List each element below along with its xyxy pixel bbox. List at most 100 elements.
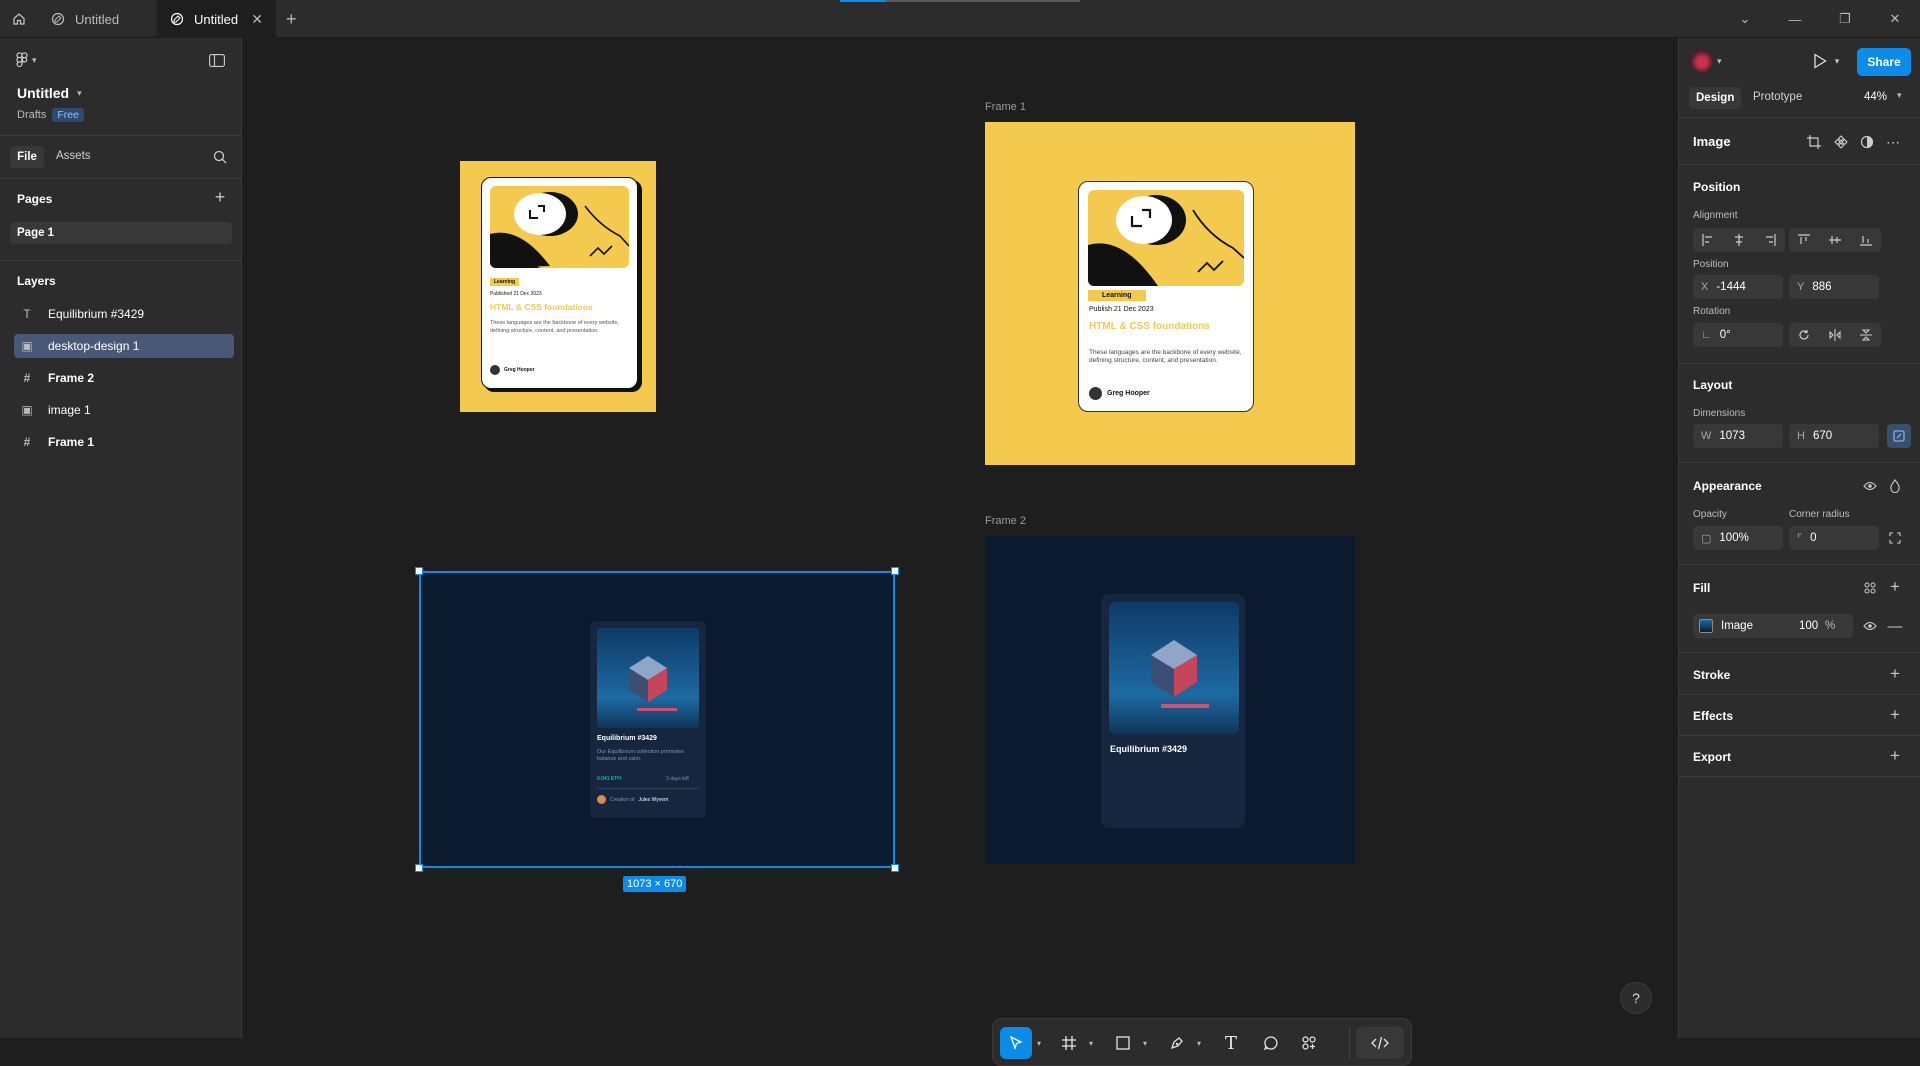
styles-button[interactable] — [1862, 580, 1878, 596]
remove-fill-icon[interactable]: — — [1887, 618, 1903, 635]
tab-file[interactable]: File — [10, 146, 44, 168]
left-panel: ▾ Untitled ▾ Drafts Free File Assets Pag… — [0, 38, 242, 1038]
more-icon[interactable]: ⋯ — [1884, 134, 1902, 150]
shape-tool-button[interactable] — [1109, 1027, 1137, 1059]
minimize-button[interactable]: — — [1780, 8, 1810, 30]
search-layers-button[interactable] — [212, 149, 228, 165]
file-location[interactable]: Drafts — [17, 109, 46, 121]
main-menu-button[interactable]: ▾ — [16, 52, 37, 68]
opacity-field[interactable]: ▢ 100% — [1693, 526, 1783, 550]
close-tab-icon[interactable]: ✕ — [251, 11, 263, 28]
new-tab-button[interactable]: + — [286, 10, 297, 28]
frame-icon: # — [23, 371, 31, 385]
layer-item-frame-2[interactable]: # Frame 2 — [14, 366, 234, 390]
fill-visibility-button[interactable] — [1862, 618, 1878, 634]
frame-tool-button[interactable] — [1055, 1027, 1083, 1059]
frame-1[interactable]: Learning Publish 21 Dec 2023 HTML & CSS … — [985, 122, 1355, 465]
share-button[interactable]: Share — [1857, 48, 1911, 76]
home-button[interactable] — [0, 0, 38, 38]
chevron-down-icon[interactable]: ▾ — [1831, 52, 1843, 70]
selection-type: Image — [1693, 134, 1731, 149]
align-top-icon[interactable] — [1798, 234, 1811, 246]
chevron-down-icon[interactable]: ▾ — [1033, 1027, 1045, 1059]
chevron-down-icon: ▾ — [32, 54, 37, 65]
restore-button[interactable]: ❐ — [1830, 8, 1860, 30]
visibility-button[interactable] — [1862, 478, 1878, 494]
chevron-down-icon: ▾ — [1717, 55, 1722, 66]
add-fill-icon[interactable]: + — [1887, 577, 1903, 596]
actions-tool-button[interactable] — [1295, 1027, 1323, 1059]
add-stroke-icon[interactable]: + — [1887, 664, 1903, 683]
corner-icon: ⌜ — [1797, 532, 1803, 545]
chevron-down-icon[interactable]: ▾ — [1139, 1027, 1151, 1059]
desktop-design-1[interactable]: Equilibrium #3429 Our Equilibrium collec… — [415, 567, 899, 872]
add-export-icon[interactable]: + — [1887, 746, 1903, 765]
rotate-icon[interactable] — [1798, 329, 1810, 341]
zoom-level[interactable]: 44% — [1864, 91, 1887, 103]
resize-handle[interactable] — [891, 864, 899, 872]
add-page-icon[interactable]: + — [212, 187, 228, 207]
align-left-icon[interactable] — [1702, 234, 1714, 246]
text-tool-button[interactable]: T — [1217, 1027, 1245, 1059]
page-item-page-1[interactable]: Page 1 — [10, 222, 232, 244]
blend-mode-button[interactable] — [1887, 478, 1903, 494]
card-illustration — [490, 186, 629, 268]
fill-opacity[interactable]: 100 — [1799, 620, 1825, 632]
tab-untitled-1[interactable]: Untitled — [39, 0, 157, 38]
chevron-down-icon[interactable]: ▾ — [1085, 1027, 1097, 1059]
nft-image — [1109, 602, 1239, 734]
help-button[interactable]: ? — [1620, 982, 1652, 1014]
component-button[interactable] — [1833, 134, 1849, 150]
x-position-field[interactable]: X -1444 — [1693, 275, 1783, 299]
layer-item-desktop-design[interactable]: ▣ desktop-design 1 — [14, 334, 234, 358]
mask-button[interactable] — [1859, 134, 1875, 150]
resize-handle[interactable] — [891, 567, 899, 575]
width-field[interactable]: W 1073 — [1693, 424, 1783, 448]
chevron-down-icon[interactable]: ▾ — [1897, 90, 1902, 101]
image-1[interactable]: Learning Published 21 Dec 2023 HTML & CS… — [460, 161, 656, 412]
move-tool-button[interactable] — [1000, 1027, 1032, 1059]
present-button[interactable] — [1811, 52, 1829, 70]
align-center-h-icon[interactable] — [1733, 234, 1745, 246]
fill-row[interactable]: Image 100 % — [1693, 614, 1853, 638]
chevron-down-icon[interactable]: ▾ — [1193, 1027, 1205, 1059]
add-effect-icon[interactable]: + — [1887, 705, 1903, 724]
frame-2[interactable]: Equilibrium #3429 — [985, 536, 1355, 864]
resize-handle[interactable] — [415, 567, 423, 575]
frame-1-label[interactable]: Frame 1 — [985, 101, 1026, 113]
align-center-v-icon[interactable] — [1828, 234, 1841, 246]
constrain-proportions-button[interactable] — [1887, 424, 1911, 448]
user-menu[interactable]: ▾ — [1691, 50, 1722, 72]
y-position-field[interactable]: Y 886 — [1789, 275, 1879, 299]
flip-vertical-icon[interactable] — [1859, 329, 1872, 341]
layer-item-equilibrium[interactable]: T Equilibrium #3429 — [14, 302, 234, 326]
close-window-button[interactable]: ✕ — [1880, 8, 1910, 30]
height-field[interactable]: H 670 — [1789, 424, 1879, 448]
chevron-down-icon[interactable]: ⌄ — [1730, 8, 1760, 30]
search-icon — [213, 150, 227, 164]
dev-mode-toggle[interactable] — [1356, 1027, 1404, 1059]
align-bottom-icon[interactable] — [1859, 234, 1872, 246]
tab-design[interactable]: Design — [1689, 87, 1742, 109]
flip-horizontal-icon[interactable] — [1829, 329, 1841, 341]
pen-tool-button[interactable] — [1163, 1027, 1191, 1059]
loading-bar — [840, 0, 1080, 2]
independent-corners-button[interactable] — [1887, 530, 1903, 546]
tab-prototype[interactable]: Prototype — [1753, 91, 1802, 103]
tab-assets[interactable]: Assets — [56, 150, 91, 162]
layer-item-image-1[interactable]: ▣ image 1 — [14, 398, 234, 422]
card-title: HTML & CSS foundations — [1089, 321, 1210, 332]
comment-tool-button[interactable] — [1257, 1027, 1285, 1059]
resize-handle[interactable] — [415, 864, 423, 872]
file-name-menu[interactable]: Untitled ▾ — [17, 85, 82, 101]
toggle-sidebar-button[interactable] — [208, 52, 226, 68]
layer-item-frame-1[interactable]: # Frame 1 — [14, 430, 234, 454]
crop-button[interactable] — [1806, 134, 1822, 150]
align-right-icon[interactable] — [1764, 234, 1776, 246]
rotation-field[interactable]: ∟ 0° — [1693, 323, 1783, 347]
canvas[interactable]: Learning Published 21 Dec 2023 HTML & CS… — [242, 38, 1678, 1066]
corner-radius-field[interactable]: ⌜ 0 — [1789, 526, 1879, 550]
frame-2-label[interactable]: Frame 2 — [985, 515, 1026, 527]
tab-untitled-2[interactable]: Untitled ✕ — [158, 0, 276, 38]
sidebar-icon — [209, 53, 225, 67]
